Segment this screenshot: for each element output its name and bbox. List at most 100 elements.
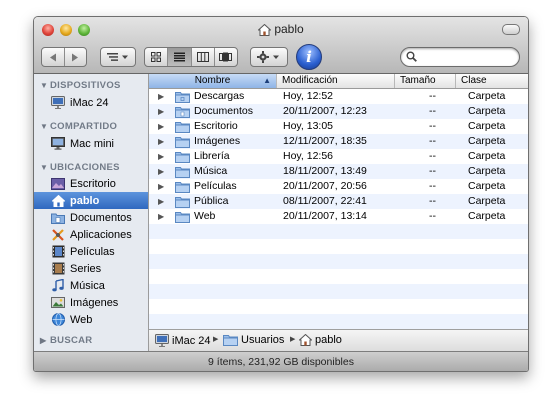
disclosure-triangle-icon[interactable]: ▶ [158,104,164,119]
status-bar: 9 ítems, 231,92 GB disponibles [34,351,528,371]
forward-icon [72,53,79,61]
home-icon [258,24,272,36]
applications-icon [52,229,64,241]
disclosure-triangle-icon[interactable]: ▶ [158,89,164,104]
toolbar: pablo i [34,17,528,74]
file-name: Web [194,210,216,222]
path-menu-button[interactable] [100,47,136,67]
file-row[interactable]: ▶ Documentos 20/11/2007, 12:23 -- Carpet… [149,104,528,119]
disclosure-triangle-icon[interactable]: ▶ [158,179,164,194]
empty-row [149,299,528,314]
sidebar-item-imagenes[interactable]: Imágenes [34,294,148,311]
empty-row [149,239,528,254]
column-view-button[interactable] [192,48,215,66]
file-row[interactable]: ▶ Música 18/11/2007, 13:49 -- Carpeta [149,164,528,179]
home-icon [51,194,65,207]
sidebar-item-imac[interactable]: iMac 24 [34,94,148,111]
disclosure-triangle-icon[interactable]: ▶ [158,149,164,164]
column-header-modified[interactable]: Modificación [277,74,395,88]
file-row[interactable]: ▶ Pública 08/11/2007, 22:41 -- Carpeta [149,194,528,209]
movies-icon [52,245,64,258]
file-modified: 18/11/2007, 13:49 [283,165,367,177]
file-modified: 20/11/2007, 12:23 [283,105,367,117]
sidebar-item-label: Series [70,262,102,275]
folder-icon [175,107,190,118]
sidebar-item-musica[interactable]: Música [34,277,148,294]
path-item-imac[interactable]: iMac 24 [155,334,211,347]
file-kind: Carpeta [468,180,506,192]
sidebar-item-peliculas[interactable]: Películas [34,243,148,260]
sidebar-item-documentos[interactable]: Documentos [34,209,148,226]
folder-icon [175,137,190,148]
file-row[interactable]: ▶ Web 20/11/2007, 13:14 -- Carpeta [149,209,528,224]
search-icon [406,51,417,62]
list-view-button[interactable] [168,48,192,66]
sidebar-item-label: pablo [70,194,100,207]
sidebar-header-shared[interactable]: ▼ COMPARTIDO [40,121,117,132]
folder-icon [175,197,190,208]
file-size: -- [429,120,436,132]
sidebar-item-mac-mini[interactable]: Mac mini [34,135,148,152]
file-name: Escritorio [194,120,238,132]
disclosure-triangle-icon[interactable]: ▶ [158,164,164,179]
file-row[interactable]: ▶ Librería Hoy, 12:56 -- Carpeta [149,149,528,164]
file-row[interactable]: ▶ Películas 20/11/2007, 20:56 -- Carpeta [149,179,528,194]
sidebar: ▼ DISPOSITIVOS iMac 24 ▼ COMPARTIDO Mac mi… [34,74,149,351]
search-field[interactable] [400,47,520,67]
folder-icon [175,167,190,178]
forward-button[interactable] [65,48,87,66]
file-modified: Hoy, 12:56 [283,150,334,162]
folder-icon [175,122,190,133]
file-kind: Carpeta [468,105,506,117]
column-header-bar: Nombre ▲ Modificación Tamaño Clase [149,74,528,89]
display-icon [51,137,65,150]
file-modified: Hoy, 12:52 [283,90,334,102]
action-menu-button[interactable] [250,47,288,67]
column-header-size[interactable]: Tamaño [395,74,456,88]
empty-row [149,224,528,239]
column-header-kind[interactable]: Clase [456,74,528,88]
sidebar-header-search[interactable]: ▶ BUSCAR [40,335,92,346]
get-info-button[interactable]: i [296,44,322,70]
sidebar-item-web[interactable]: Web [34,311,148,328]
empty-row [149,269,528,284]
file-row[interactable]: ▶ Imágenes 12/11/2007, 18:35 -- Carpeta [149,134,528,149]
folder-icon [175,212,190,223]
path-item-usuarios[interactable]: Usuarios [223,334,284,346]
coverflow-view-button[interactable] [215,48,237,66]
toolbar-toggle-button[interactable] [502,24,520,35]
back-button[interactable] [42,48,65,66]
sidebar-item-series[interactable]: Series [34,260,148,277]
disclosure-triangle-icon[interactable]: ▶ [158,134,164,149]
file-name: Descargas [194,90,245,102]
globe-icon [51,313,65,326]
icon-view-button[interactable] [145,48,169,66]
file-kind: Carpeta [468,165,506,177]
folder-icon [175,92,190,103]
sidebar-item-escritorio[interactable]: Escritorio [34,175,148,192]
file-modified: Hoy, 13:05 [283,120,334,132]
file-modified: 20/11/2007, 13:14 [283,210,367,222]
column-header-name[interactable]: Nombre ▲ [149,74,277,88]
disclosure-triangle-icon[interactable]: ▶ [158,194,164,209]
empty-row [149,284,528,299]
sidebar-header-places[interactable]: ▼ UBICACIONES [40,162,120,173]
sidebar-item-label: Escritorio [70,177,116,190]
music-icon [52,279,64,292]
path-item-pablo[interactable]: pablo [299,334,342,346]
file-kind: Carpeta [468,90,506,102]
sidebar-item-pablo[interactable]: pablo [34,192,148,209]
disclosure-triangle-icon[interactable]: ▶ [158,209,164,224]
file-name: Películas [194,180,237,192]
back-forward-control [41,47,87,67]
sidebar-item-aplicaciones[interactable]: Aplicaciones [34,226,148,243]
file-size: -- [429,210,436,222]
view-control [144,47,238,67]
documents-icon [51,213,65,224]
file-row[interactable]: ▶ Descargas Hoy, 12:52 -- Carpeta [149,89,528,104]
file-row[interactable]: ▶ Escritorio Hoy, 13:05 -- Carpeta [149,119,528,134]
sidebar-header-devices[interactable]: ▼ DISPOSITIVOS [40,80,121,91]
folder-icon [223,335,238,346]
disclosure-triangle-icon[interactable]: ▶ [158,119,164,134]
back-icon [49,53,56,61]
